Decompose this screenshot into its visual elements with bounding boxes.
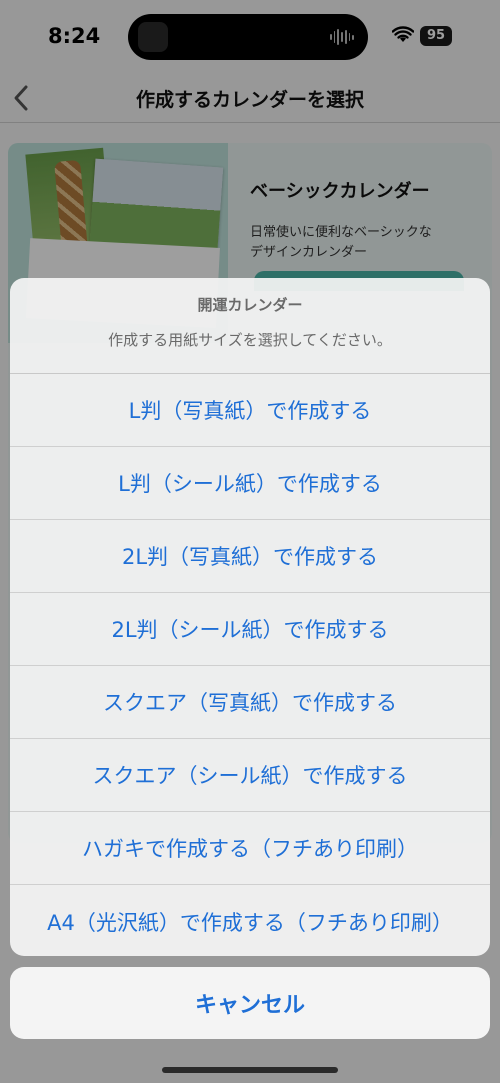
action-sheet-message: 作成する用紙サイズを選択してください。 <box>108 331 392 349</box>
option-postcard[interactable]: ハガキで作成する（フチあり印刷） <box>10 812 490 885</box>
option-l-sticker[interactable]: L判（シール紙）で作成する <box>10 447 490 520</box>
cancel-button[interactable]: キャンセル <box>10 967 490 1039</box>
option-2l-photo[interactable]: 2L判（写真紙）で作成する <box>10 520 490 593</box>
action-sheet-header: 開運カレンダー 作成する用紙サイズを選択してください。 <box>10 278 490 374</box>
option-a4-glossy[interactable]: A4（光沢紙）で作成する（フチあり印刷） <box>10 885 490 956</box>
action-sheet-title: 開運カレンダー <box>197 296 303 314</box>
home-indicator[interactable] <box>162 1067 338 1073</box>
option-square-sticker[interactable]: スクエア（シール紙）で作成する <box>10 739 490 812</box>
action-sheet: 開運カレンダー 作成する用紙サイズを選択してください。 L判（写真紙）で作成する… <box>10 278 490 956</box>
option-square-photo[interactable]: スクエア（写真紙）で作成する <box>10 666 490 739</box>
option-2l-sticker[interactable]: 2L判（シール紙）で作成する <box>10 593 490 666</box>
option-l-photo[interactable]: L判（写真紙）で作成する <box>10 374 490 447</box>
